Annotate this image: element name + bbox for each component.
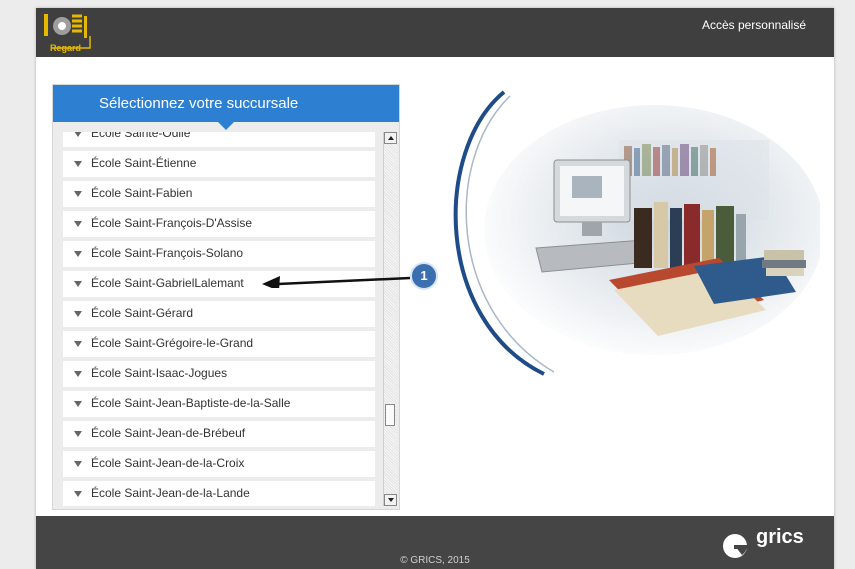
callout-arrow: [262, 276, 411, 288]
triangle-down-icon: [74, 311, 82, 317]
triangle-down-icon: [74, 132, 82, 137]
scroll-down-arrow-icon[interactable]: [384, 494, 397, 506]
list-item[interactable]: École Sainte-Odile: [63, 132, 375, 147]
list-item-label: École Saint-François-D'Assise: [91, 216, 253, 230]
logo-text: Regard: [50, 43, 82, 53]
list-item-label: École Saint-GabrielLalemant: [91, 276, 244, 290]
list-item-label: École Saint-Jean-de-Brébeuf: [91, 426, 246, 440]
list-item[interactable]: École Saint-Jean-de-la-Lande: [63, 481, 375, 506]
triangle-down-icon: [74, 341, 82, 347]
app-footer: grics © GRICS, 2015: [36, 516, 834, 569]
list-item[interactable]: École Saint-Gérard: [63, 301, 375, 327]
list-item-label: École Saint-Gérard: [91, 306, 194, 320]
list-item[interactable]: École Saint-Grégoire-le-Grand: [63, 331, 375, 357]
list-item-label: École Saint-Jean-de-la-Croix: [91, 456, 245, 470]
app-header: Regard Accès personnalisé: [36, 8, 834, 57]
branch-list: École Sainte-Odile École Saint-Étienne É…: [53, 132, 379, 506]
triangle-down-icon: [74, 401, 82, 407]
personalized-access-link[interactable]: Accès personnalisé: [702, 18, 806, 32]
library-computer-illustration: [453, 90, 820, 376]
panel-title: Sélectionnez votre succursale: [53, 85, 399, 122]
triangle-down-icon: [74, 191, 82, 197]
list-item-label: École Sainte-Odile: [91, 132, 191, 140]
list-item[interactable]: École Saint-Isaac-Jogues: [63, 361, 375, 387]
triangle-down-icon: [74, 161, 82, 167]
triangle-down-icon: [74, 251, 82, 257]
list-item-label: École Saint-Isaac-Jogues: [91, 366, 228, 380]
triangle-down-icon: [74, 281, 82, 287]
triangle-down-icon: [74, 431, 82, 437]
page: Regard Accès personnalisé Sélectionnez v…: [36, 8, 834, 569]
triangle-down-icon: [74, 461, 82, 467]
triangle-down-icon: [74, 221, 82, 227]
list-item[interactable]: École Saint-Jean-de-Brébeuf: [63, 421, 375, 447]
list-item-label: École Saint-Jean-de-la-Lande: [91, 486, 250, 500]
grics-brand-text: grics: [756, 526, 804, 548]
list-item[interactable]: École Saint-Fabien: [63, 181, 375, 207]
list-item-label: École Saint-Étienne: [91, 156, 197, 170]
list-item-label: École Saint-François-Solano: [91, 246, 244, 260]
list-item-label: École Saint-Jean-Baptiste-de-la-Salle: [91, 396, 291, 410]
list-item-label: École Saint-Fabien: [91, 186, 193, 200]
triangle-down-icon: [74, 491, 82, 497]
scroll-up-arrow-icon[interactable]: [384, 132, 397, 144]
list-item[interactable]: École Saint-Étienne: [63, 151, 375, 177]
branch-selector-panel: Sélectionnez votre succursale École Sain…: [52, 84, 400, 510]
branch-list-viewport[interactable]: École Sainte-Odile École Saint-Étienne É…: [53, 132, 379, 506]
list-item[interactable]: École Saint-Jean-Baptiste-de-la-Salle: [63, 391, 375, 417]
list-item[interactable]: École Saint-François-D'Assise: [63, 211, 375, 237]
callout-badge: 1: [410, 262, 438, 290]
list-scrollbar[interactable]: [383, 132, 397, 506]
triangle-down-icon: [74, 371, 82, 377]
list-item-label: École Saint-Grégoire-le-Grand: [91, 336, 254, 350]
scrollbar-thumb[interactable]: [385, 404, 395, 426]
list-item[interactable]: École Saint-François-Solano: [63, 241, 375, 267]
panel-notch: [218, 122, 234, 130]
copyright-text: © GRICS, 2015: [400, 555, 470, 566]
list-item[interactable]: École Saint-Jean-de-la-Croix: [63, 451, 375, 477]
